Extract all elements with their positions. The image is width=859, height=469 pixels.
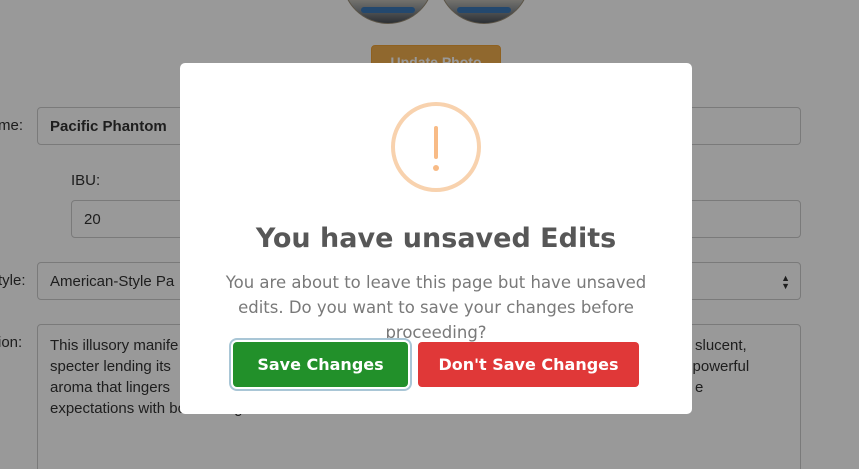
dialog-title: You have unsaved Edits: [255, 223, 617, 254]
warning-exclamation-icon: [391, 102, 481, 192]
dont-save-changes-button[interactable]: Don't Save Changes: [418, 342, 639, 387]
dialog-message: You are about to leave this page but hav…: [225, 273, 647, 342]
unsaved-edits-dialog: You have unsaved Edits You are about to …: [180, 63, 692, 414]
save-changes-button[interactable]: Save Changes: [233, 342, 408, 387]
